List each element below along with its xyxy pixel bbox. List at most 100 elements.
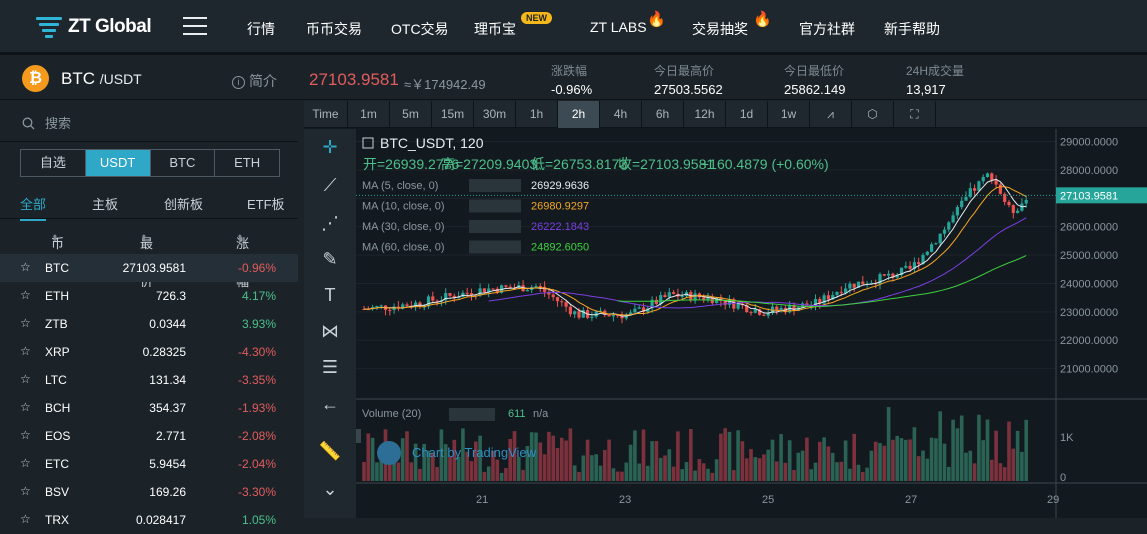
bitcoin-icon: ₿ xyxy=(22,65,49,92)
star-icon[interactable]: ☆ xyxy=(20,428,31,442)
price-chart[interactable]: 29000.000028000.000027000.000026000.0000… xyxy=(356,129,1147,518)
star-icon[interactable]: ☆ xyxy=(20,484,31,498)
list-item[interactable]: ☆ BCH 354.37 -1.93% xyxy=(0,394,298,422)
settings-icon[interactable]: ⬡ xyxy=(852,101,894,128)
volume-bar xyxy=(637,463,641,481)
volume-bar xyxy=(757,458,762,481)
interval-1h[interactable]: 1h xyxy=(516,101,558,128)
nav-zt-labs[interactable]: ZT LABS xyxy=(590,19,647,35)
back-arrow-icon[interactable]: ← xyxy=(318,394,342,415)
pattern-icon[interactable]: ⋈ xyxy=(318,321,342,342)
volume-bar xyxy=(856,464,861,481)
indicator-controls[interactable] xyxy=(469,220,521,233)
coin-symbol: ZTB xyxy=(45,317,68,331)
menu-icon[interactable] xyxy=(183,17,207,35)
list-item[interactable]: ☆ ZTB 0.0344 3.93% xyxy=(0,310,298,338)
volume-label[interactable]: Volume (20) xyxy=(362,408,421,420)
crosshair-icon[interactable]: ✛ xyxy=(318,137,342,158)
interval-2h[interactable]: 2h xyxy=(558,101,600,128)
tab-favorites[interactable]: 自选 xyxy=(21,150,86,176)
chevron-down-icon[interactable]: ⌄ xyxy=(318,479,342,500)
brush-icon[interactable]: ✎ xyxy=(318,249,342,270)
list-item[interactable]: ☆ EOS 2.771 -2.08% xyxy=(0,422,298,450)
collapse-icon[interactable] xyxy=(362,137,374,149)
search-box[interactable]: 搜索 xyxy=(22,113,71,132)
star-icon[interactable]: ☆ xyxy=(20,288,31,302)
indicator-label[interactable]: MA (60, close, 0) xyxy=(362,242,445,254)
volume-bar xyxy=(861,471,865,481)
volume-bar xyxy=(680,469,684,481)
star-icon[interactable]: ☆ xyxy=(20,344,31,358)
list-item[interactable]: ☆ ETC 5.9454 -2.04% xyxy=(0,450,298,478)
volume-bar xyxy=(710,472,715,481)
star-icon[interactable]: ☆ xyxy=(20,400,31,414)
pair-title[interactable]: BTC /USDT xyxy=(61,69,142,89)
interval-1d[interactable]: 1d xyxy=(726,101,768,128)
nav-savings[interactable]: 理币宝 xyxy=(474,19,516,39)
y-tick-label: 26000.0000 xyxy=(1060,222,1118,234)
interval-4h[interactable]: 4h xyxy=(600,101,642,128)
list-item[interactable]: ☆ TRX 0.028417 1.05% xyxy=(0,506,298,534)
indicator-controls[interactable] xyxy=(469,179,521,192)
tab-etf-board[interactable]: ETF板 xyxy=(247,194,285,213)
cny-price: ≈￥174942.49 xyxy=(404,77,486,92)
tab-all[interactable]: 全部 xyxy=(20,194,47,221)
star-icon[interactable]: ☆ xyxy=(20,512,31,526)
candle xyxy=(1007,201,1011,206)
candle xyxy=(994,180,998,185)
nav-community[interactable]: 官方社群 xyxy=(799,19,855,39)
volume-controls[interactable] xyxy=(449,408,495,421)
interval-Time[interactable]: Time xyxy=(304,101,348,128)
tab-main-board[interactable]: 主板 xyxy=(92,194,118,213)
indicator-label[interactable]: MA (30, close, 0) xyxy=(362,221,445,233)
list-item[interactable]: ☆ BSV 169.26 -3.30% xyxy=(0,478,298,506)
measure-icon[interactable]: ☰ xyxy=(318,357,342,378)
interval-30m[interactable]: 30m xyxy=(474,101,516,128)
nav-otc[interactable]: OTC交易 xyxy=(391,19,449,39)
star-icon[interactable]: ☆ xyxy=(20,456,31,470)
intro-link[interactable]: i 简介 xyxy=(232,71,277,91)
chart-type-icon[interactable]: ⩘ xyxy=(810,101,852,128)
chart-title[interactable]: BTC_USDT, 120 xyxy=(380,135,484,151)
interval-15m[interactable]: 15m xyxy=(432,101,474,128)
volume-bar xyxy=(852,433,856,481)
star-icon[interactable]: ☆ xyxy=(20,316,31,330)
interval-12h[interactable]: 12h xyxy=(684,101,726,128)
fib-icon[interactable]: ⋰ xyxy=(318,213,342,234)
y-tick-label: 29000.0000 xyxy=(1060,137,1118,149)
indicator-label[interactable]: MA (5, close, 0) xyxy=(362,180,438,192)
tab-innovation-board[interactable]: 创新板 xyxy=(164,194,203,213)
logo[interactable]: ZT Global xyxy=(36,13,152,41)
list-item[interactable]: ☆ XRP 0.28325 -4.30% xyxy=(0,338,298,366)
nav-lottery[interactable]: 交易抽奖 xyxy=(692,19,748,39)
indicator-controls[interactable] xyxy=(469,240,521,254)
search-input[interactable]: 搜索 xyxy=(45,116,71,131)
list-item[interactable]: ☆ BTC 27103.9581 -0.96% xyxy=(0,254,298,282)
trendline-icon[interactable]: ⟋ xyxy=(318,175,342,196)
list-item[interactable]: ☆ LTC 131.34 -3.35% xyxy=(0,366,298,394)
interval-1m[interactable]: 1m xyxy=(348,101,390,128)
list-item[interactable]: ☆ ETH 726.3 4.17% xyxy=(0,282,298,310)
indicator-label[interactable]: MA (10, close, 0) xyxy=(362,201,445,213)
volume-bar xyxy=(878,443,882,481)
tab-eth[interactable]: ETH xyxy=(215,150,279,176)
tab-btc[interactable]: BTC xyxy=(151,150,216,176)
fullscreen-icon[interactable]: ⛶ xyxy=(894,101,936,128)
nav-spot-trading[interactable]: 币币交易 xyxy=(306,19,362,39)
nav-markets[interactable]: 行情 xyxy=(247,19,275,39)
new-badge: NEW xyxy=(521,12,552,24)
volume-bar xyxy=(615,471,620,481)
indicator-controls[interactable] xyxy=(469,199,521,213)
ruler-icon[interactable]: 📏 xyxy=(318,441,342,462)
star-icon[interactable]: ☆ xyxy=(20,372,31,386)
volume-bar xyxy=(809,469,813,481)
interval-6h[interactable]: 6h xyxy=(642,101,684,128)
pane-collapse-handle[interactable] xyxy=(356,429,361,443)
tab-usdt[interactable]: USDT xyxy=(85,150,151,176)
star-icon[interactable]: ☆ xyxy=(20,260,31,274)
interval-5m[interactable]: 5m xyxy=(390,101,432,128)
interval-1w[interactable]: 1w xyxy=(768,101,810,128)
text-tool-icon[interactable]: T xyxy=(318,285,342,306)
candle xyxy=(654,299,658,305)
nav-help[interactable]: 新手帮助 xyxy=(884,19,940,39)
